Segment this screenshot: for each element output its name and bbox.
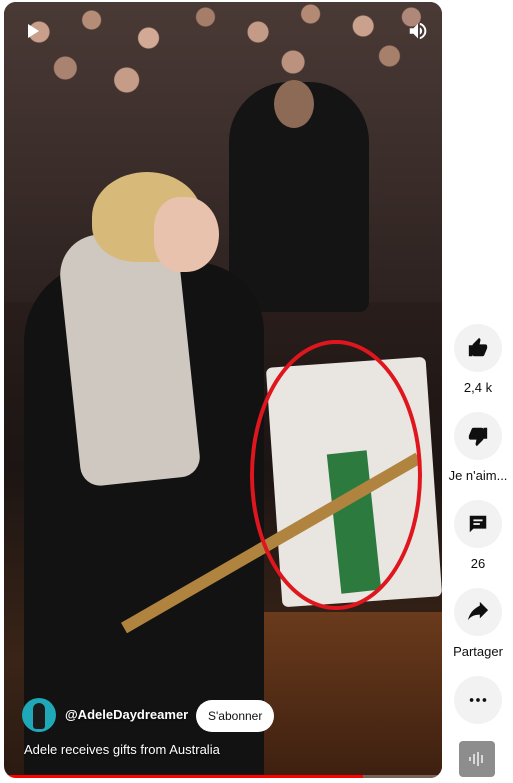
dislike-button[interactable] xyxy=(454,412,502,460)
play-icon[interactable] xyxy=(28,24,39,38)
channel-avatar[interactable] xyxy=(22,698,56,732)
sound-badge[interactable] xyxy=(459,741,495,777)
dislike-action[interactable]: Je n'aim... xyxy=(449,412,507,483)
comments-button[interactable] xyxy=(454,500,502,548)
thumbs-down-icon xyxy=(468,427,488,447)
share-label: Partager xyxy=(453,644,503,659)
progress-fill xyxy=(4,775,364,778)
like-action[interactable]: 2,4 k xyxy=(454,324,502,395)
share-icon xyxy=(467,601,489,621)
share-action[interactable]: Partager xyxy=(453,588,503,659)
share-button[interactable] xyxy=(454,588,502,636)
comment-icon xyxy=(469,515,487,533)
more-action[interactable] xyxy=(454,676,502,724)
avatar-figure xyxy=(33,703,45,729)
more-button[interactable] xyxy=(454,676,502,724)
annotation-circle xyxy=(250,340,422,610)
progress-bar[interactable] xyxy=(4,775,442,778)
video-player[interactable]: @AdeleDaydreamer S'abonner Adele receive… xyxy=(4,2,442,778)
subscribe-button[interactable]: S'abonner xyxy=(196,700,275,732)
comments-action[interactable]: 26 xyxy=(454,500,502,571)
channel-handle[interactable]: @AdeleDaydreamer xyxy=(65,707,188,722)
dislike-label: Je n'aim... xyxy=(448,468,508,483)
security-guard-head xyxy=(274,80,314,128)
video-title: Adele receives gifts from Australia xyxy=(24,742,220,757)
like-count: 2,4 k xyxy=(463,380,493,395)
audio-waveform-icon xyxy=(469,752,483,766)
thumbs-up-icon xyxy=(468,337,488,357)
singer-face xyxy=(154,197,219,272)
comments-count: 26 xyxy=(470,556,486,571)
volume-icon[interactable] xyxy=(407,20,429,42)
more-icon xyxy=(469,698,487,702)
like-button[interactable] xyxy=(454,324,502,372)
